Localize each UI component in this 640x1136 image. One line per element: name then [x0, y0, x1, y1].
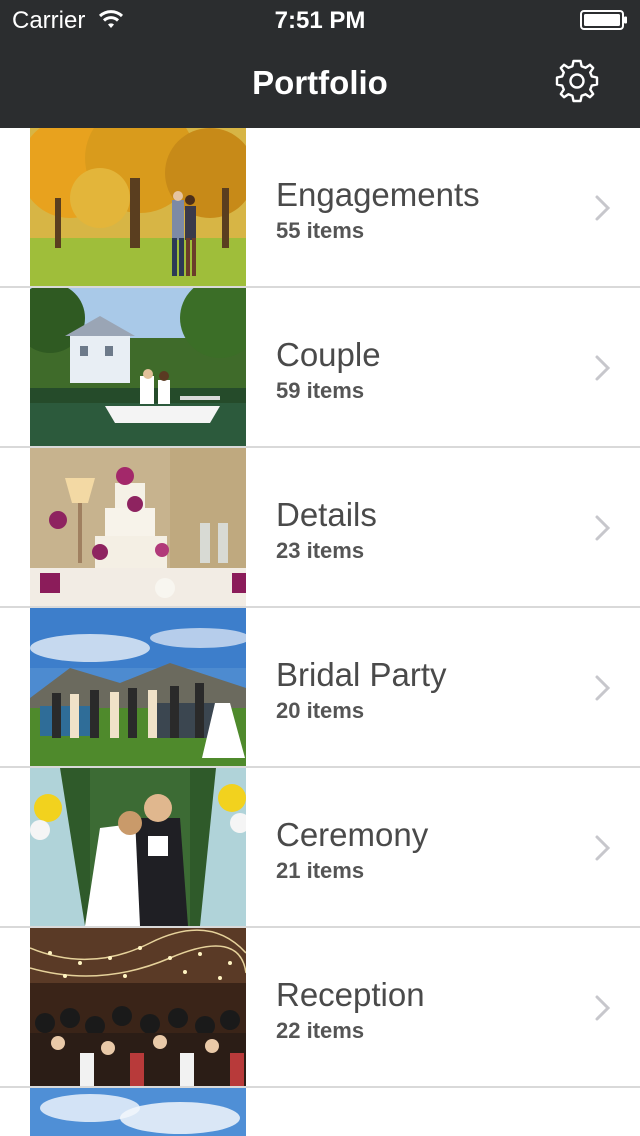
item-count: 55 items [276, 218, 365, 243]
chevron-right-icon [595, 515, 611, 541]
list-item-couple[interactable]: Couple 59 items [0, 288, 640, 448]
engagements-thumbnail [30, 128, 246, 286]
gear-icon [555, 59, 599, 103]
item-count: 22 items [276, 1018, 365, 1043]
item-title: Reception [276, 976, 425, 1013]
chevron-right-icon [595, 835, 611, 861]
item-count: 59 items [276, 378, 365, 403]
list-item-reception[interactable]: Reception 22 items [0, 928, 640, 1088]
item-title: Details [276, 496, 377, 533]
item-title: Ceremony [276, 816, 429, 853]
item-count: 23 items [276, 538, 365, 563]
couple-thumbnail [30, 288, 246, 446]
details-thumbnail [30, 448, 246, 606]
list-item-details[interactable]: Details 23 items [0, 448, 640, 608]
settings-button[interactable] [554, 58, 600, 104]
list-item-ceremony[interactable]: Ceremony 21 items [0, 768, 640, 928]
chevron-right-icon [595, 995, 611, 1021]
chevron-right-icon [595, 355, 611, 381]
item-title: Engagements [276, 176, 480, 213]
battery-icon [580, 10, 627, 30]
item-count: 21 items [276, 858, 365, 883]
bridal-party-thumbnail [30, 608, 246, 766]
reception-thumbnail [30, 928, 246, 1086]
chevron-right-icon [595, 675, 611, 701]
item-title: Couple [276, 336, 381, 373]
page-title: Portfolio [252, 64, 388, 101]
item-title: Bridal Party [276, 656, 447, 693]
status-bar: Carrier 7:51 PM [0, 0, 640, 40]
navigation-bar: Portfolio [0, 40, 640, 128]
list-item-engagements[interactable]: Engagements 55 items [0, 128, 640, 288]
partial-thumbnail [30, 1088, 246, 1136]
portfolio-list: Engagements 55 items Couple 59 items Det… [0, 128, 640, 1136]
chevron-right-icon [595, 195, 611, 221]
status-time: 7:51 PM [274, 7, 366, 34]
ceremony-thumbnail [30, 768, 246, 926]
item-count: 20 items [276, 698, 365, 723]
list-item-partial[interactable] [0, 1088, 640, 1136]
list-item-bridal-party[interactable]: Bridal Party 20 items [0, 608, 640, 768]
